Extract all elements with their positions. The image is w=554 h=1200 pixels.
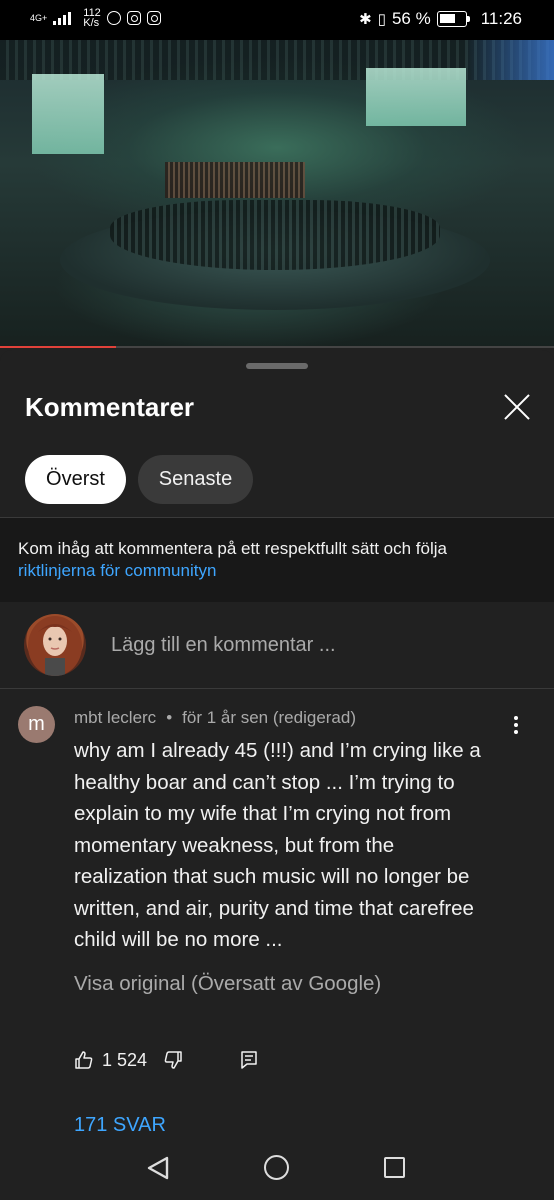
drag-handle[interactable] [246, 363, 308, 369]
add-comment-input[interactable]: Lägg till en kommentar ... [111, 634, 336, 657]
video-choir [165, 162, 305, 198]
speed-unit: K/s [83, 17, 100, 29]
status-bar-left: 4G+ 112 K/s [30, 8, 161, 29]
network-type: 4G+ [30, 13, 48, 23]
view-replies-button[interactable]: 171 SVAR [74, 1114, 166, 1137]
video-screen-left [32, 74, 104, 154]
meta-separator: • [166, 708, 173, 727]
video-player[interactable] [0, 40, 554, 348]
vibrate-icon: ▯ [377, 11, 386, 28]
signal-icon [53, 11, 72, 25]
user-avatar-image [28, 616, 82, 676]
video-light [464, 40, 554, 80]
reply-icon[interactable] [239, 1050, 259, 1070]
video-screen-right [366, 68, 466, 126]
community-notice: Kom ihåg att kommentera på ett respektfu… [0, 518, 554, 602]
status-bar-right: ✱ ▯ 56 % 11:26 [359, 9, 522, 29]
video-progress-fill [0, 346, 117, 348]
video-orchestra [110, 200, 440, 270]
comment-actions: 1 524 [74, 1046, 259, 1074]
back-icon[interactable] [146, 1155, 170, 1181]
instagram-icon [126, 11, 141, 25]
tab-top[interactable]: Överst [25, 455, 126, 504]
dislike-icon[interactable] [163, 1050, 183, 1070]
notice-text: Kom ihåg att kommentera på ett respektfu… [18, 539, 447, 558]
comments-title: Kommentarer [25, 392, 195, 422]
battery-icon [436, 11, 470, 27]
comment-author[interactable]: mbt leclerc [74, 708, 156, 728]
recents-icon[interactable] [384, 1157, 405, 1178]
clock: 11:26 [480, 9, 522, 28]
comment-meta: mbt leclerc • för 1 år sen (redigerad) [74, 708, 356, 728]
show-original-link[interactable]: Visa original (Översatt av Google) [74, 972, 381, 996]
commenter-avatar[interactable]: m [18, 706, 55, 743]
divider [0, 688, 554, 689]
instagram-icon [146, 11, 161, 25]
video-progress-bar[interactable] [0, 346, 554, 348]
battery-percent: 56 % [391, 9, 431, 28]
like-icon[interactable] [74, 1050, 94, 1070]
navigation-bar [0, 1140, 554, 1200]
tab-newest[interactable]: Senaste [138, 455, 253, 504]
avatar [24, 614, 86, 676]
home-icon[interactable] [264, 1155, 289, 1180]
close-icon[interactable] [502, 392, 532, 422]
messenger-icon [106, 11, 121, 25]
bluetooth-icon: ✱ [359, 11, 372, 28]
comment-text: why am I already 45 (!!!) and I’m crying… [74, 739, 481, 951]
like-count: 1 524 [102, 1049, 148, 1070]
comments-sheet: Kommentarer Överst Senaste Kom ihåg att … [0, 350, 554, 1200]
network-speed: 112 K/s [83, 8, 101, 29]
community-guidelines-link[interactable]: riktlinjerna för communityn [18, 560, 536, 582]
status-bar: 4G+ 112 K/s ✱ ▯ 56 % 11:26 [0, 0, 554, 40]
comment-timestamp: för 1 år sen (redigerad) [182, 708, 357, 727]
